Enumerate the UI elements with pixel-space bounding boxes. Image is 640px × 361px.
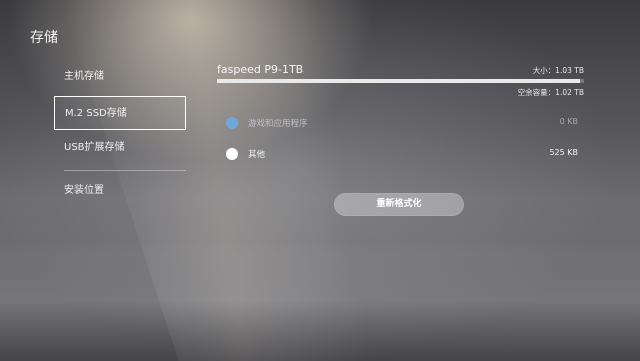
sidebar-item-label: M.2 SSD存储	[65, 108, 127, 119]
games-apps-color-dot	[226, 117, 238, 129]
sidebar-item-m2-ssd-storage[interactable]: M.2 SSD存储	[54, 96, 186, 130]
sidebar-item-label: 安装位置	[64, 185, 104, 196]
sidebar-item-usb-extended-storage[interactable]: USB扩展存储	[54, 131, 186, 165]
page-title: 存储	[30, 30, 58, 46]
background-haze	[0, 241, 640, 361]
storage-usage-bar	[217, 79, 584, 83]
usage-row-games-apps[interactable]: 游戏和应用程序 0 KB	[226, 115, 578, 131]
sidebar-item-console-storage[interactable]: 主机存储	[54, 60, 186, 94]
sidebar-divider	[64, 170, 186, 171]
usage-row-value: 525 KB	[549, 148, 578, 157]
other-color-dot	[226, 148, 238, 160]
usage-row-label: 游戏和应用程序	[248, 119, 308, 129]
sidebar-item-label: USB扩展存储	[64, 142, 125, 153]
drive-name: faspeed P9-1TB	[217, 63, 304, 76]
drive-size: 大小：1.03 TB	[532, 66, 584, 75]
storage-usage-bar-fill	[217, 79, 581, 83]
drive-free-space: 空余容量：1.02 TB	[517, 88, 584, 97]
reformat-button[interactable]: 重新格式化	[334, 193, 464, 216]
usage-row-other[interactable]: 其他 525 KB	[226, 146, 578, 162]
usage-row-value: 0 KB	[559, 117, 578, 126]
sidebar-item-label: 主机存储	[64, 71, 104, 82]
usage-row-label: 其他	[248, 150, 266, 160]
sidebar-item-install-location[interactable]: 安装位置	[54, 174, 186, 208]
